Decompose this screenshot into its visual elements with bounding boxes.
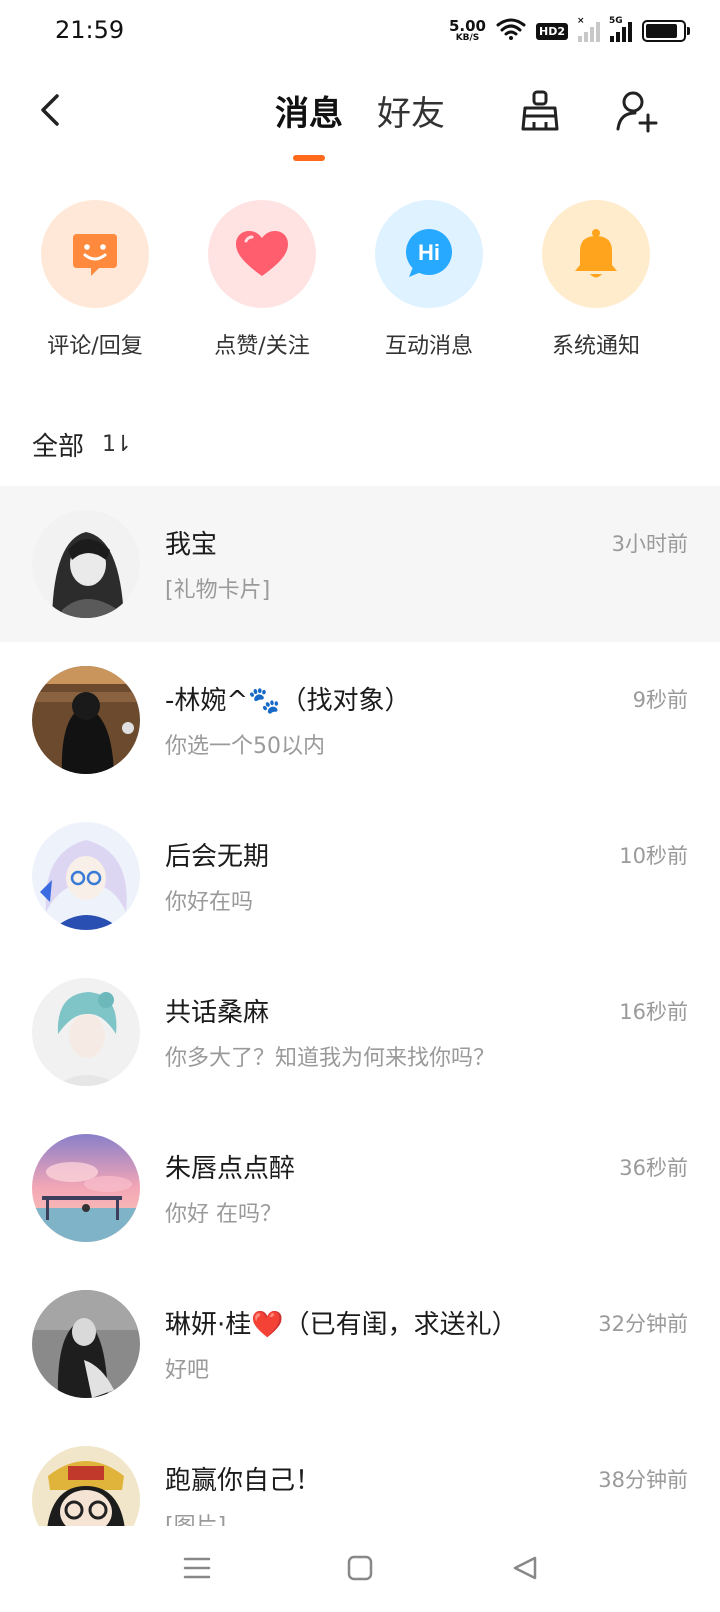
message-time: 16秒前	[619, 1000, 688, 1024]
clear-unread-button[interactable]	[517, 88, 563, 134]
message-time: 10秒前	[619, 844, 688, 868]
nav-menu-button[interactable]	[175, 1546, 219, 1590]
message-preview: [礼物卡片]	[165, 578, 271, 603]
message-preview: 你选一个50以内	[165, 734, 325, 759]
tab-bar: 消息 好友	[275, 86, 445, 161]
conversation-row[interactable]: 我宝 [礼物卡片] 3小时前	[0, 486, 720, 642]
contact-name: 我宝	[165, 530, 218, 560]
message-preview: 你好在吗	[165, 890, 254, 915]
message-time: 3小时前	[611, 532, 688, 556]
battery-fill	[646, 24, 677, 38]
quick-label: 互动消息	[384, 334, 473, 359]
contact-name: 琳妍·桂❤️（已有闺，求送礼）	[165, 1310, 518, 1340]
network-speed: 5.00 KB/S	[449, 19, 486, 43]
svg-text:Hi: Hi	[418, 240, 440, 265]
message-time: 9秒前	[632, 688, 688, 712]
add-friend-button[interactable]	[614, 88, 660, 134]
message-preview: 好吧	[165, 1358, 210, 1383]
sort-icon[interactable]: 1⇂	[102, 432, 132, 457]
conversation-row[interactable]: -林婉^🐾（找对象） 你选一个50以内 9秒前	[0, 642, 720, 798]
net-speed-value: 5.00	[448, 17, 486, 35]
avatar	[32, 978, 140, 1086]
quick-likes-follows[interactable]: 点赞/关注	[187, 200, 337, 360]
avatar	[32, 1290, 140, 1398]
quick-system-notices[interactable]: 系统通知	[521, 200, 671, 360]
back-button[interactable]	[30, 90, 70, 130]
battery-icon	[642, 20, 690, 42]
avatar	[32, 1134, 140, 1242]
quick-label: 评论/回复	[47, 334, 143, 359]
hd-badge: HD2	[536, 22, 568, 40]
message-time: 32分钟前	[598, 1312, 688, 1336]
comment-smile-icon	[41, 200, 149, 308]
message-preview: 你好 在吗？	[165, 1202, 282, 1227]
back-triangle-icon	[513, 1556, 537, 1580]
nav-home-button[interactable]	[338, 1546, 382, 1590]
broom-icon	[521, 90, 559, 131]
avatar	[32, 666, 140, 774]
menu-icon	[183, 1557, 211, 1579]
contact-name: 朱唇点点醉	[165, 1154, 296, 1184]
contact-name: -林婉^🐾（找对象）	[165, 686, 411, 716]
add-user-icon	[616, 91, 658, 133]
status-icons: 5.00 KB/S HD2 × 5G	[449, 16, 690, 44]
quick-label: 点赞/关注	[214, 334, 310, 359]
conversation-list: 我宝 [礼物卡片] 3小时前 -林婉^🐾（找对象） 你选一个50以内 9秒前 后…	[0, 486, 720, 1578]
system-nav-bar	[0, 1526, 720, 1612]
status-bar: 21:59 5.00 KB/S HD2 × 5G	[0, 0, 720, 64]
home-square-icon	[347, 1555, 373, 1581]
filter-row: 全部 1⇂	[32, 426, 132, 463]
wifi-icon	[496, 18, 526, 44]
contact-name: 共话桑麻	[165, 998, 270, 1028]
signal-sim1-icon: ×	[577, 16, 600, 42]
contact-name: 后会无期	[165, 842, 270, 872]
conversation-row[interactable]: 琳妍·桂❤️（已有闺，求送礼） 好吧 32分钟前	[0, 1266, 720, 1422]
quick-entries: 评论/回复 点赞/关注 Hi 互动消息 系统通知	[0, 200, 720, 360]
message-time: 36秒前	[619, 1156, 688, 1180]
quick-comments-reply[interactable]: 评论/回复	[20, 200, 170, 360]
tab-messages[interactable]: 消息	[275, 86, 343, 161]
avatar	[32, 822, 140, 930]
quick-label: 系统通知	[551, 334, 640, 359]
contact-name: 跑赢你自己！	[165, 1466, 322, 1496]
conversation-row[interactable]: 共话桑麻 你多大了？知道我为何来找你吗？ 16秒前	[0, 954, 720, 1110]
message-time: 38分钟前	[598, 1468, 688, 1492]
tab-friends[interactable]: 好友	[377, 86, 445, 135]
sim2-tag: 5G	[609, 16, 623, 26]
avatar	[32, 510, 140, 618]
message-preview: 你多大了？知道我为何来找你吗？	[165, 1046, 496, 1071]
tab-active-indicator	[293, 155, 325, 161]
header: 消息 好友	[0, 70, 720, 170]
net-speed-unit: KB/S	[455, 33, 480, 43]
sim1-tag: ×	[577, 16, 585, 26]
filter-all-label[interactable]: 全部	[32, 426, 84, 463]
conversation-row[interactable]: 朱唇点点醉 你好 在吗？ 36秒前	[0, 1110, 720, 1266]
signal-sim2-icon: 5G	[609, 16, 632, 42]
bell-icon	[542, 200, 650, 308]
status-time: 21:59	[55, 16, 125, 44]
hi-chat-icon: Hi	[375, 200, 483, 308]
heart-icon	[208, 200, 316, 308]
conversation-row[interactable]: 后会无期 你好在吗 10秒前	[0, 798, 720, 954]
chevron-left-icon	[41, 94, 59, 126]
nav-back-button[interactable]	[503, 1546, 547, 1590]
tab-messages-label: 消息	[275, 94, 343, 134]
tab-friends-label: 好友	[377, 94, 445, 134]
quick-interactions[interactable]: Hi 互动消息	[354, 200, 504, 360]
